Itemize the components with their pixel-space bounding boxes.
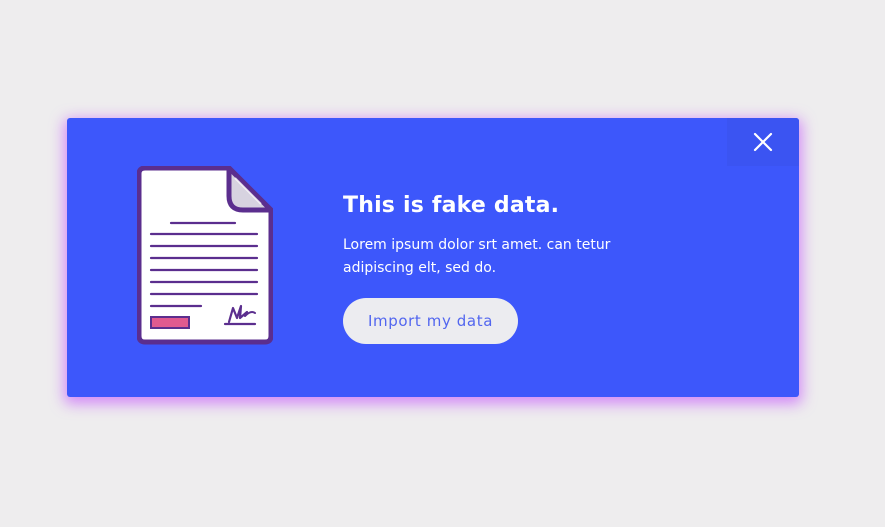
document-icon: [137, 166, 273, 345]
import-banner: This is fake data. Lorem ipsum dolor srt…: [67, 118, 799, 397]
close-button[interactable]: [727, 118, 799, 166]
banner-description: Lorem ipsum dolor srt amet. can tetur ad…: [343, 237, 611, 276]
close-icon: [753, 132, 773, 152]
page: This is fake data. Lorem ipsum dolor srt…: [0, 0, 885, 527]
import-data-button[interactable]: Import my data: [343, 298, 518, 344]
banner-title: This is fake data.: [343, 193, 560, 218]
banner-content: This is fake data. Lorem ipsum dolor srt…: [343, 192, 663, 344]
